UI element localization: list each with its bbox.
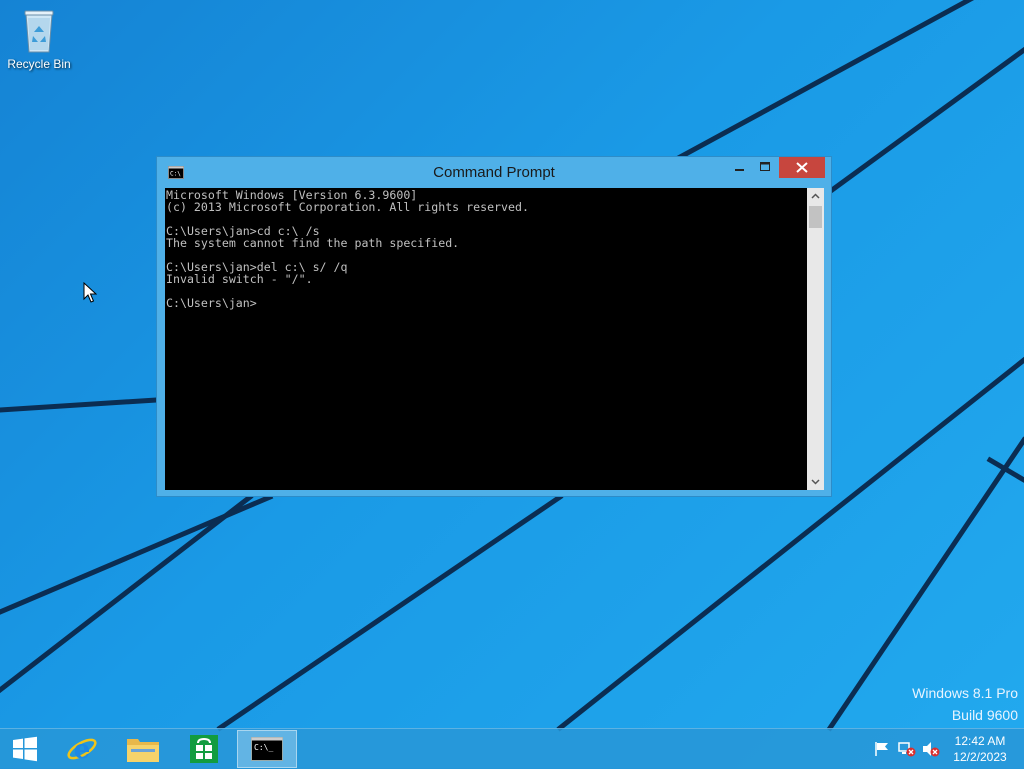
volume-muted-icon[interactable]: [922, 741, 940, 757]
scroll-down-button[interactable]: [807, 473, 824, 490]
start-button[interactable]: [0, 729, 50, 769]
svg-text:e: e: [74, 735, 91, 765]
network-disconnected-icon[interactable]: [898, 741, 916, 757]
minimize-button[interactable]: [729, 157, 751, 178]
taskbar: e C:\_ 12:42 AM 12/2/2023: [0, 728, 1024, 769]
clock-date: 12/2/2023: [953, 750, 1007, 764]
folder-icon: [127, 739, 159, 762]
close-icon: [796, 162, 808, 173]
minimize-icon: [735, 169, 744, 171]
recycle-bin-icon: [24, 10, 54, 53]
ie-icon: e: [67, 735, 97, 765]
scroll-thumb[interactable]: [809, 206, 822, 228]
command-prompt-window[interactable]: C:\ Command Prompt Microsoft Windows [Ve…: [156, 156, 832, 497]
chevron-up-icon: [811, 193, 820, 199]
recycle-bin-label: Recycle Bin: [7, 57, 71, 71]
clock-time: 12:42 AM: [954, 734, 1006, 748]
console-output[interactable]: Microsoft Windows [Version 6.3.9600] (c)…: [165, 188, 807, 490]
taskbar-file-explorer[interactable]: [115, 729, 171, 769]
mouse-pointer-icon: [83, 282, 97, 303]
taskbar-store[interactable]: [176, 729, 232, 769]
watermark-edition: Windows 8.1 Pro: [912, 685, 1018, 701]
chevron-down-icon: [811, 479, 820, 485]
windows-logo-icon: [13, 736, 37, 762]
windows-watermark: Windows 8.1 Pro Build 9600: [912, 682, 1018, 726]
maximize-icon: [760, 162, 770, 171]
close-button[interactable]: [779, 157, 825, 178]
recycle-bin-shortcut[interactable]: Recycle Bin: [4, 6, 74, 71]
taskbar-internet-explorer[interactable]: e: [54, 729, 110, 769]
scroll-up-button[interactable]: [807, 188, 824, 205]
svg-text:C:\_: C:\_: [254, 743, 273, 752]
store-icon: [190, 735, 218, 763]
console-text: Microsoft Windows [Version 6.3.9600] (c)…: [166, 188, 529, 310]
cmd-icon: C:\_: [251, 737, 283, 761]
system-clock[interactable]: 12:42 AM 12/2/2023: [945, 733, 1015, 765]
window-titlebar[interactable]: C:\ Command Prompt: [157, 157, 831, 189]
taskbar-command-prompt[interactable]: C:\_: [237, 730, 297, 768]
action-center-flag-icon[interactable]: [874, 741, 890, 757]
vertical-scrollbar[interactable]: [807, 188, 824, 490]
watermark-build: Build 9600: [951, 707, 1018, 723]
maximize-button[interactable]: [754, 157, 776, 178]
